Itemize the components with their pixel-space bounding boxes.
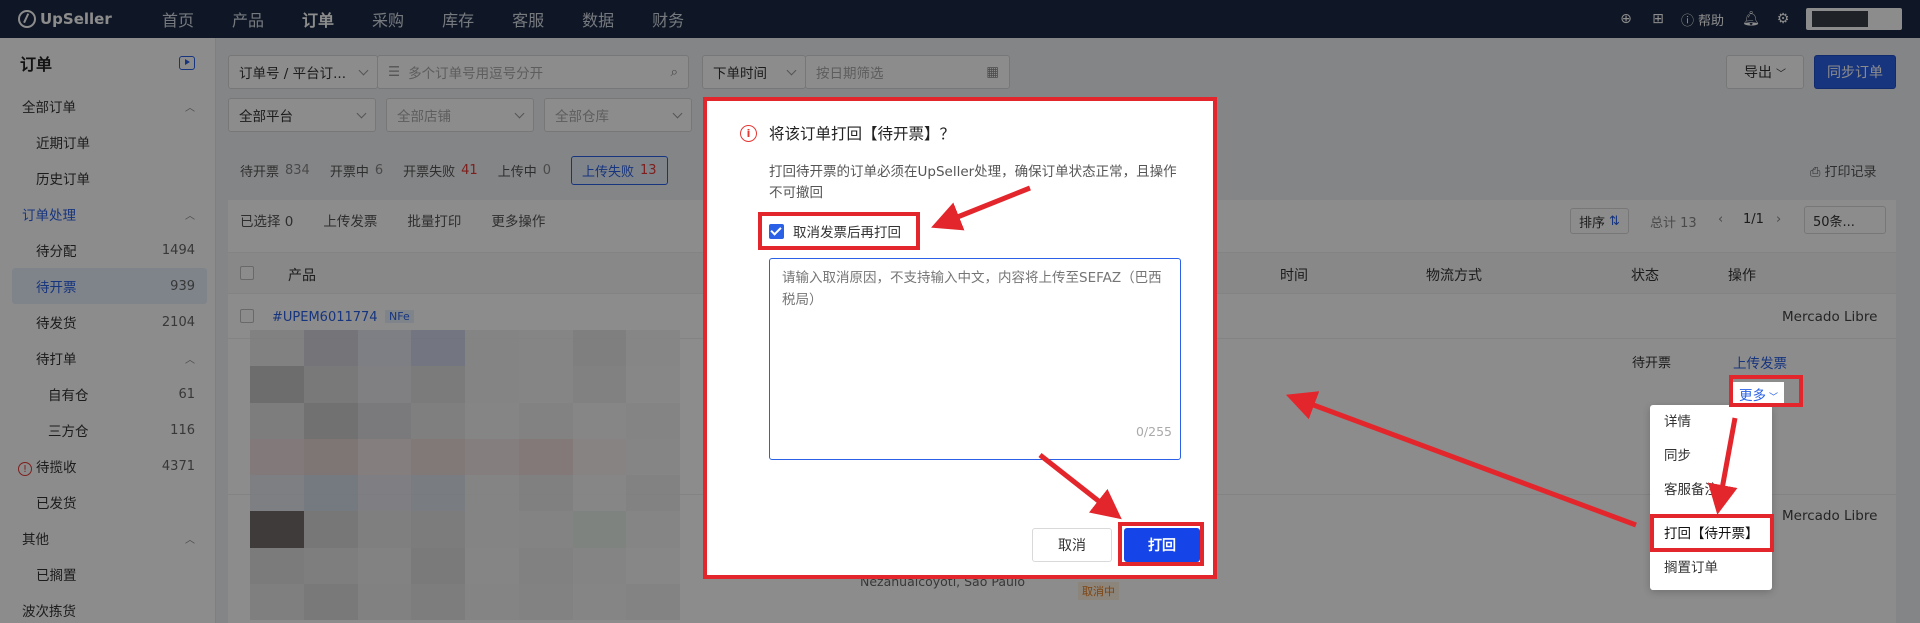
arrow-to-dialog [1285,391,1637,528]
arrow-to-confirm [1038,453,1122,520]
arrow-to-checkbox [931,185,1031,231]
annotation-arrows [931,185,1738,528]
arrow-to-menu-item [1707,417,1738,515]
